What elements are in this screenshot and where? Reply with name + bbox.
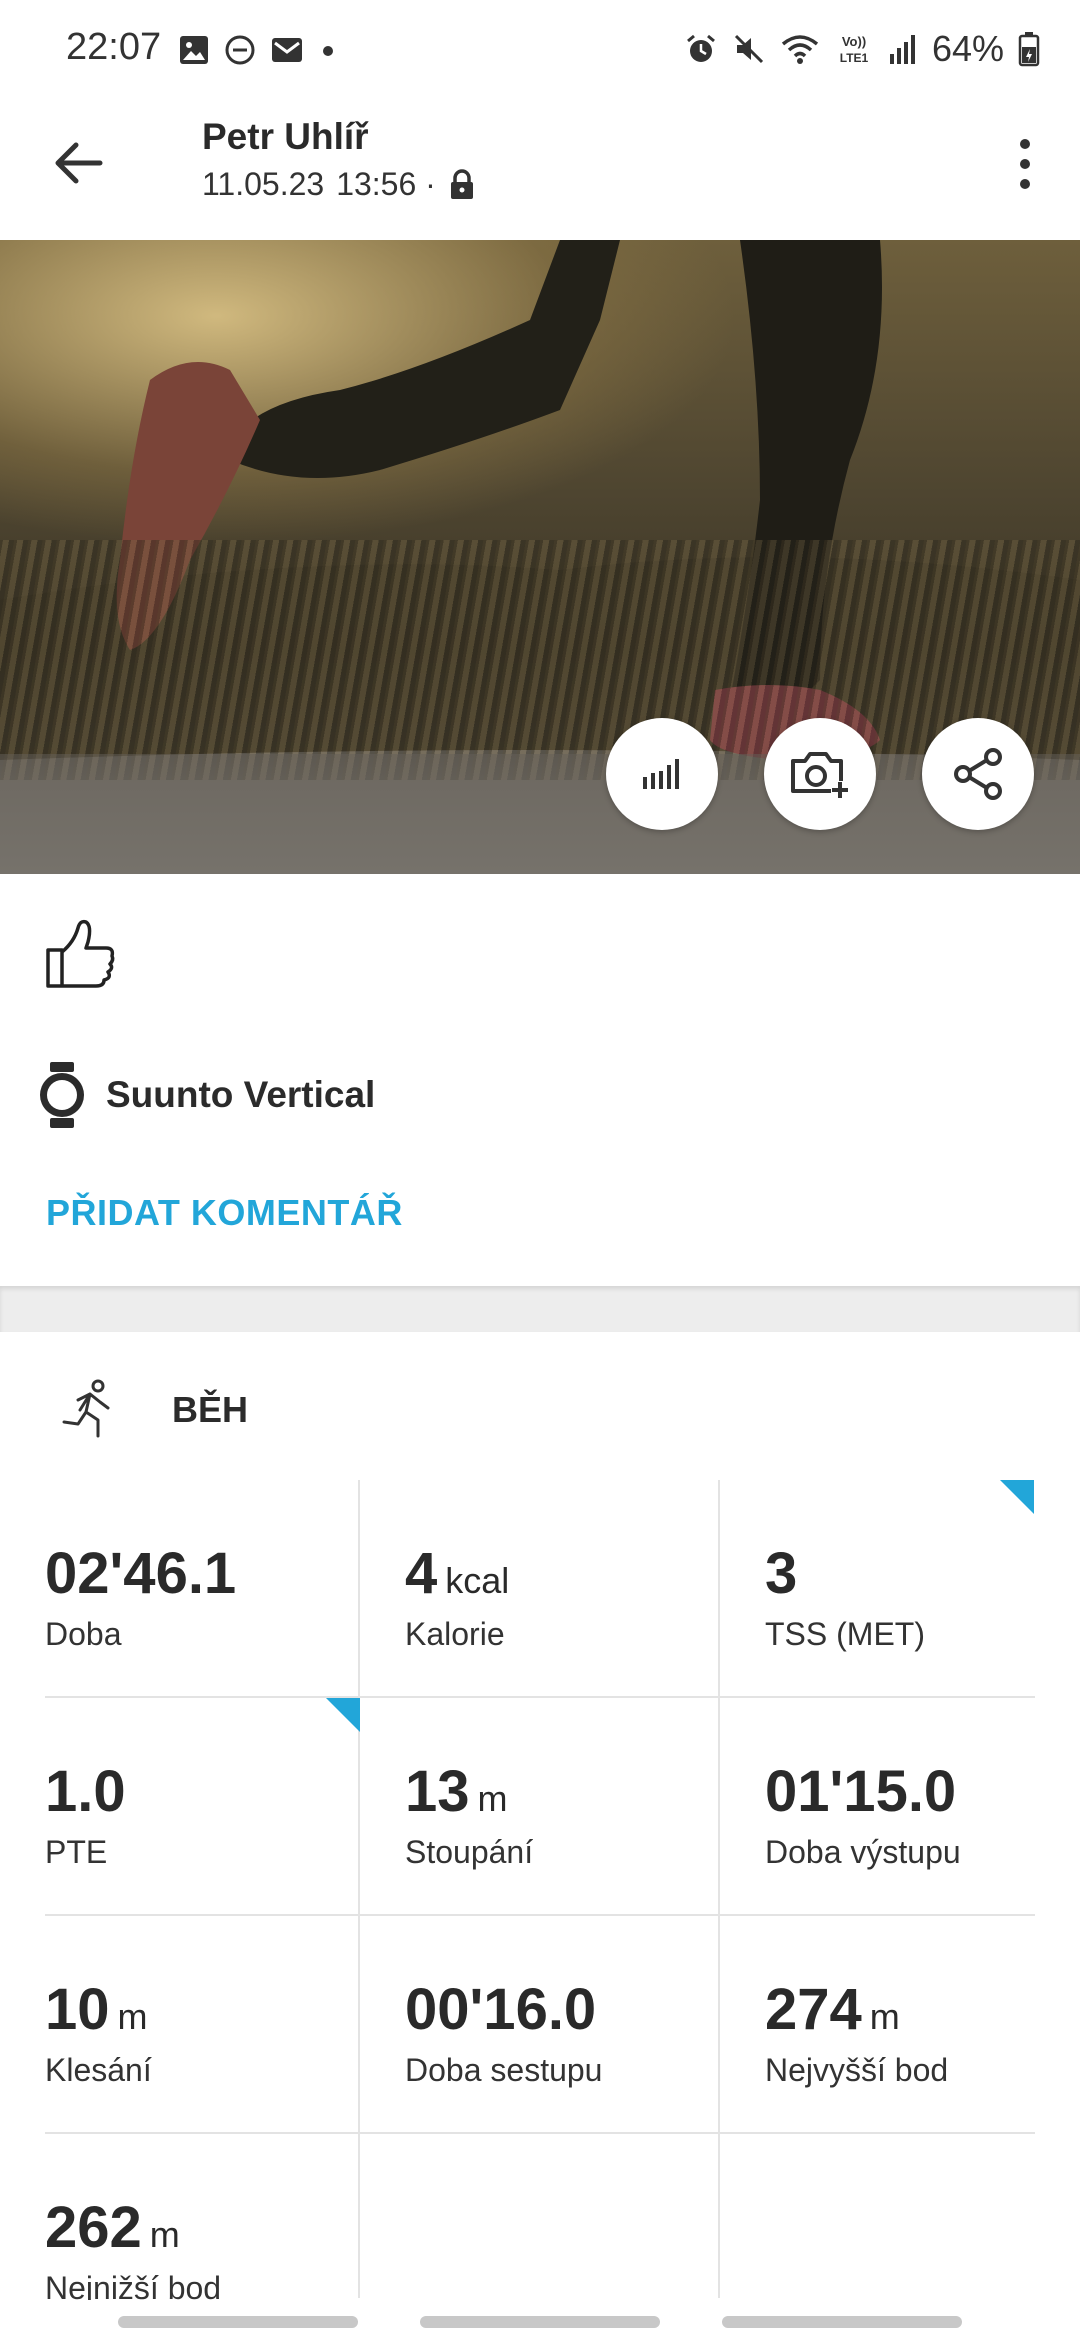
mute-icon (734, 34, 763, 64)
arrow-back-icon (55, 142, 103, 184)
stat-value: 10 m (45, 1977, 148, 2042)
svg-text:LTE1: LTE1 (840, 51, 869, 65)
stat-value: 00'16.0 (405, 1977, 597, 2042)
stat-descent[interactable]: 10 m Klesání (45, 1916, 405, 2134)
nav-recents-button[interactable] (118, 2316, 358, 2328)
app-header: Petr Uhlíř 11.05.23 13:56 · (0, 100, 1080, 240)
more-vert-icon (1020, 139, 1030, 189)
more-options-button[interactable] (1010, 136, 1040, 192)
back-button[interactable] (48, 132, 110, 194)
watch-icon (40, 1062, 84, 1128)
alarm-icon (686, 34, 715, 62)
stat-label: TSS (MET) (765, 1616, 925, 1652)
stat-label: Doba sestupu (405, 2052, 603, 2088)
like-button[interactable] (42, 916, 118, 992)
status-left-icons (178, 34, 338, 66)
workout-time: 13:56 · (336, 166, 436, 202)
add-comment-button[interactable]: PŘIDAT KOMENTÁŘ (46, 1192, 403, 1234)
stat-value: 13 m (405, 1759, 508, 1824)
dot-icon (323, 46, 333, 56)
status-bar: 22:07 Vo)) LTE1 64% (0, 0, 1080, 100)
lock-icon[interactable] (448, 168, 476, 201)
stat-tss[interactable]: 3 TSS (MET) (765, 1480, 1080, 1698)
add-photo-icon (791, 752, 849, 799)
stat-label: Klesání (45, 2052, 152, 2088)
chart-icon (643, 759, 679, 789)
stat-label: Doba (45, 1616, 122, 1652)
volte-icon: Vo)) LTE1 (840, 34, 869, 65)
activity-type-label: BĚH (172, 1389, 249, 1430)
stat-value: 4 kcal (405, 1541, 510, 1606)
signal-icon (889, 35, 915, 64)
mail-icon (272, 38, 302, 62)
analysis-button[interactable] (606, 718, 718, 830)
device-name: Suunto Vertical (106, 1074, 376, 1115)
share-button[interactable] (922, 718, 1034, 830)
stat-value: 262 m (45, 2195, 180, 2260)
user-name[interactable]: Petr Uhlíř (202, 116, 369, 158)
stat-descent-time[interactable]: 00'16.0 Doba sestupu (405, 1916, 765, 2134)
wifi-icon (781, 35, 819, 64)
workout-date: 11.05.23 (202, 166, 325, 202)
stat-value: 01'15.0 (765, 1759, 957, 1824)
ground-texture (0, 754, 1080, 874)
section-divider (0, 1286, 1080, 1332)
stat-label: Kalorie (405, 1616, 505, 1652)
stat-calories[interactable]: 4 kcal Kalorie (405, 1480, 765, 1698)
battery-icon (1018, 32, 1040, 67)
add-photo-button[interactable] (764, 718, 876, 830)
activity-type-row: BĚH (60, 1378, 248, 1442)
stat-ascent[interactable]: 13 m Stoupání (405, 1698, 765, 1916)
stat-value: 1.0 (45, 1759, 126, 1824)
thumbs-up-icon (46, 919, 115, 988)
stat-value: 274 m (765, 1977, 900, 2042)
stat-label: Stoupání (405, 1834, 534, 1870)
running-icon (62, 1379, 110, 1438)
workout-cover-photo[interactable] (0, 240, 1080, 874)
stat-highest-point[interactable]: 274 m Nejvyšší bod (765, 1916, 1080, 2134)
stat-value: 3 (765, 1541, 798, 1606)
stat-pte[interactable]: 1.0 PTE (45, 1698, 405, 1916)
grass-texture (0, 540, 1080, 780)
nav-back-button[interactable] (722, 2316, 962, 2328)
dnd-icon (225, 35, 255, 65)
stat-label: Doba výstupu (765, 1834, 961, 1870)
status-right-icons: Vo)) LTE1 64% (684, 28, 1040, 70)
status-time: 22:07 (66, 26, 162, 68)
stat-label: PTE (45, 1834, 108, 1870)
stat-label: Nejvyšší bod (765, 2052, 949, 2088)
stat-duration[interactable]: 02'46.1 Doba (45, 1480, 405, 1698)
navigation-bar (0, 2300, 1080, 2340)
stat-value: 02'46.1 (45, 1541, 237, 1606)
battery-percent: 64% (931, 28, 1004, 69)
workout-meta: 11.05.23 13:56 · (202, 166, 476, 203)
stat-ascent-time[interactable]: 01'15.0 Doba výstupu (765, 1698, 1080, 1916)
share-icon (954, 748, 1002, 800)
device-row: Suunto Vertical (36, 1060, 375, 1130)
svg-text:Vo)): Vo)) (842, 34, 866, 49)
nav-home-button[interactable] (420, 2316, 660, 2328)
gallery-icon (180, 36, 208, 64)
